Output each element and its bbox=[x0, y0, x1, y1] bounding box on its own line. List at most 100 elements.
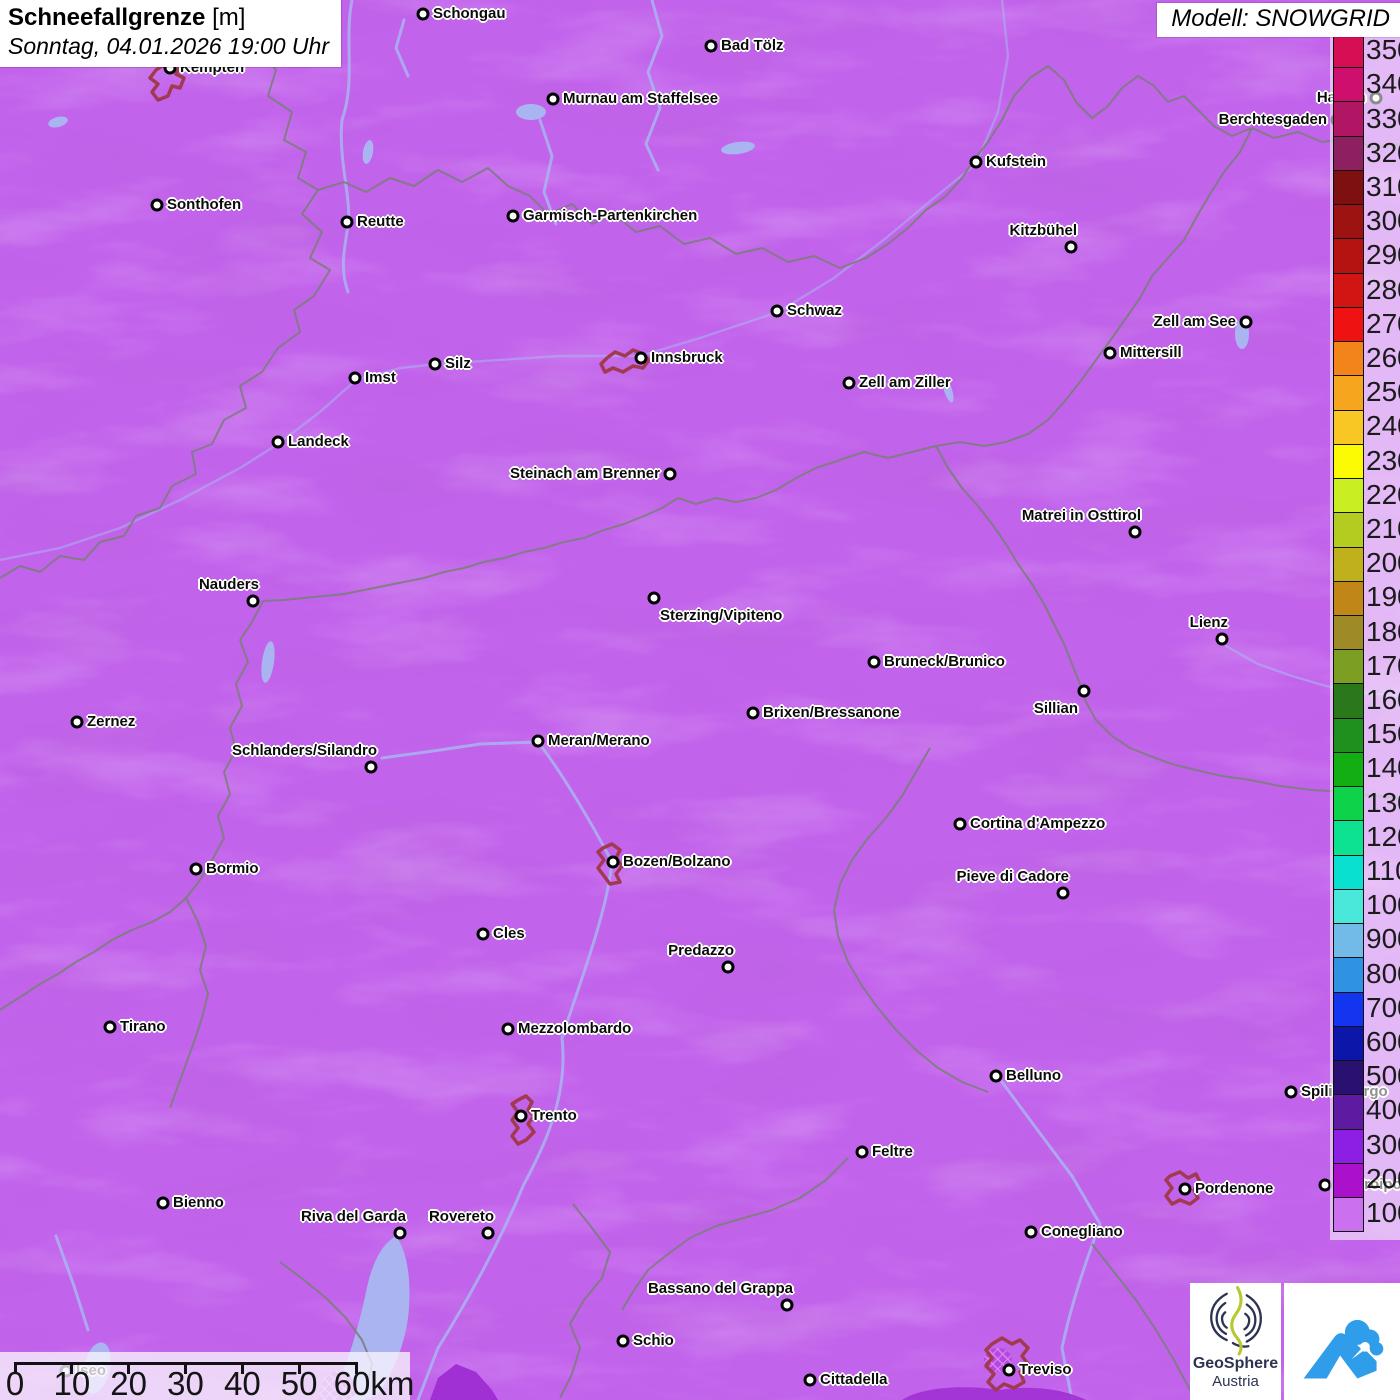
legend-color-3000 bbox=[1334, 205, 1363, 239]
legend-color-100 bbox=[1334, 1198, 1363, 1231]
city-marker bbox=[507, 210, 520, 223]
city-label: Bozen/Bolzano bbox=[623, 852, 731, 872]
geosphere-logo: GeoSphere Austria bbox=[1190, 1283, 1281, 1400]
city-marker bbox=[990, 1070, 1003, 1083]
scalebar-label: 20 bbox=[110, 1365, 147, 1400]
city-label: Mittersill bbox=[1120, 343, 1182, 363]
legend-value: 600 bbox=[1366, 1025, 1400, 1059]
city-marker bbox=[532, 735, 545, 748]
scalebar-label: 60km bbox=[334, 1365, 415, 1400]
city-marker bbox=[482, 1227, 495, 1240]
city-marker bbox=[843, 377, 856, 390]
legend-color-300 bbox=[1334, 1130, 1363, 1164]
city-marker bbox=[429, 358, 442, 371]
city-marker bbox=[547, 93, 560, 106]
city-marker bbox=[1057, 887, 1070, 900]
city-label: Rovereto bbox=[429, 1207, 494, 1227]
city-label: Steinach am Brenner bbox=[510, 464, 660, 484]
mountain-cloud-icon bbox=[1294, 1294, 1390, 1390]
city-label: Brixen/Bressanone bbox=[763, 703, 900, 723]
city-marker bbox=[747, 707, 760, 720]
city-marker bbox=[502, 1023, 515, 1036]
legend-value: 2100 bbox=[1366, 512, 1400, 546]
city-marker bbox=[607, 856, 620, 869]
city-marker bbox=[804, 1374, 817, 1387]
city-marker bbox=[157, 1197, 170, 1210]
legend-value: 3500 bbox=[1366, 33, 1400, 67]
legend-colorbar bbox=[1333, 33, 1364, 1232]
city-marker bbox=[617, 1335, 630, 1348]
legend-color-2900 bbox=[1334, 239, 1363, 273]
city-marker bbox=[477, 928, 490, 941]
city-marker bbox=[515, 1110, 528, 1123]
city-marker bbox=[190, 863, 203, 876]
city-label: Riva del Garda bbox=[301, 1207, 406, 1227]
legend-value: 1700 bbox=[1366, 649, 1400, 683]
city-label: Kitzbühel bbox=[1010, 221, 1078, 241]
city-label: Reutte bbox=[357, 212, 404, 232]
legend-value: 1900 bbox=[1366, 580, 1400, 614]
city-marker bbox=[954, 818, 967, 831]
city-marker bbox=[394, 1227, 407, 1240]
city-label: Schio bbox=[633, 1331, 674, 1351]
legend-color-2400 bbox=[1334, 411, 1363, 445]
city-marker bbox=[771, 305, 784, 318]
legend-color-600 bbox=[1334, 1027, 1363, 1061]
city-label: Berchtesgaden bbox=[1219, 110, 1327, 130]
legend-value: 700 bbox=[1366, 991, 1400, 1025]
city-label: Belluno bbox=[1006, 1066, 1061, 1086]
legend-color-400 bbox=[1334, 1095, 1363, 1129]
city-layer: SchongauBad TölzKemptenMurnau am Staffel… bbox=[0, 0, 1400, 1400]
legend-color-3300 bbox=[1334, 102, 1363, 136]
city-marker bbox=[1285, 1086, 1298, 1099]
weather-map-canvas: SchongauBad TölzKemptenMurnau am Staffel… bbox=[0, 0, 1400, 1400]
city-marker bbox=[970, 156, 983, 169]
legend-value: 400 bbox=[1366, 1093, 1400, 1127]
legend-color-2800 bbox=[1334, 274, 1363, 308]
legend-value: 1400 bbox=[1366, 751, 1400, 785]
legend-value: 2300 bbox=[1366, 444, 1400, 478]
city-label: Zell am See bbox=[1153, 312, 1236, 332]
legend-value: 3100 bbox=[1366, 170, 1400, 204]
city-label: Kufstein bbox=[986, 152, 1046, 172]
legend-value: 1500 bbox=[1366, 717, 1400, 751]
city-marker bbox=[417, 8, 430, 21]
legend-value: 1600 bbox=[1366, 683, 1400, 717]
legend-value: 300 bbox=[1366, 1128, 1400, 1162]
legend-value: 500 bbox=[1366, 1059, 1400, 1093]
avalanche-logo bbox=[1284, 1283, 1400, 1400]
city-label: Matrei in Osttirol bbox=[1022, 506, 1141, 526]
legend-color-1200 bbox=[1334, 821, 1363, 855]
legend-value: 1000 bbox=[1366, 888, 1400, 922]
city-label: Murnau am Staffelsee bbox=[563, 89, 718, 109]
city-marker bbox=[1216, 633, 1229, 646]
city-label: Cittadella bbox=[820, 1370, 888, 1390]
scalebar-label: 50 bbox=[281, 1365, 318, 1400]
city-marker bbox=[1078, 685, 1091, 698]
legend-color-500 bbox=[1334, 1061, 1363, 1095]
city-label: Feltre bbox=[872, 1142, 913, 1162]
legend-color-2200 bbox=[1334, 479, 1363, 513]
legend-color-2000 bbox=[1334, 548, 1363, 582]
legend-color-2100 bbox=[1334, 513, 1363, 547]
city-marker bbox=[247, 595, 260, 608]
city-marker bbox=[1240, 316, 1253, 329]
city-marker bbox=[705, 40, 718, 53]
city-label: Sterzing/Vipiteno bbox=[660, 606, 782, 626]
legend-value: 1200 bbox=[1366, 820, 1400, 854]
legend-value: 2900 bbox=[1366, 238, 1400, 272]
city-marker bbox=[635, 352, 648, 365]
city-marker bbox=[341, 216, 354, 229]
title-datetime: Sonntag, 04.01.2026 19:00 Uhr bbox=[8, 33, 329, 60]
city-marker bbox=[272, 436, 285, 449]
legend-value: 900 bbox=[1366, 922, 1400, 956]
city-marker bbox=[104, 1021, 117, 1034]
legend-color-1600 bbox=[1334, 684, 1363, 718]
legend-value: 2600 bbox=[1366, 341, 1400, 375]
city-label: Bassano del Grappa bbox=[648, 1279, 793, 1299]
legend-value: 3000 bbox=[1366, 204, 1400, 238]
map-scalebar: 0102030405060km bbox=[0, 1352, 410, 1400]
city-label: Sonthofen bbox=[167, 195, 241, 215]
city-label: Innsbruck bbox=[651, 348, 723, 368]
city-marker bbox=[648, 592, 661, 605]
